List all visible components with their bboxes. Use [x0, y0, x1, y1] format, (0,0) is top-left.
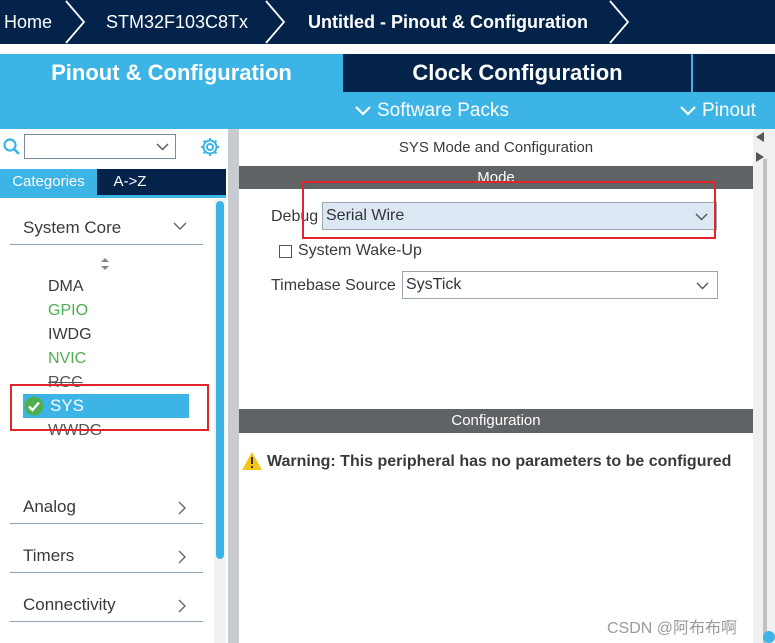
chevron-right-icon	[178, 599, 186, 613]
group-connectivity[interactable]: Connectivity	[10, 586, 203, 622]
breadcrumb-mcu[interactable]: STM32F103C8Tx	[106, 0, 248, 44]
status-dot	[763, 631, 775, 643]
chevron-right-icon	[178, 501, 186, 515]
annotation-box-debug	[302, 181, 716, 239]
system-wake-up-label: System Wake-Up	[298, 242, 422, 259]
chevron-down-icon	[696, 282, 709, 290]
category-tabs: Categories A->Z	[0, 169, 226, 195]
category-tabs-underline	[0, 195, 226, 198]
group-system-core[interactable]: System Core	[10, 209, 203, 245]
right-scrollbar-track[interactable]	[763, 159, 767, 643]
software-packs-menu[interactable]: Software Packs	[355, 92, 509, 129]
warning-icon	[242, 452, 262, 470]
tab-clock-configuration[interactable]: Clock Configuration	[345, 54, 690, 92]
panel-splitter[interactable]	[228, 129, 239, 643]
search-icon[interactable]	[3, 138, 21, 156]
breadcrumb-project[interactable]: Untitled - Pinout & Configuration	[308, 0, 588, 44]
peripheral-gpio[interactable]: GPIO	[48, 302, 88, 320]
tab-a-to-z[interactable]: A->Z	[100, 169, 160, 195]
pinout-menu-label: Pinout	[702, 100, 756, 121]
timebase-source-label: Timebase Source	[271, 277, 396, 294]
main-tabs: Pinout & Configuration Clock Configurati…	[0, 54, 775, 92]
peripheral-iwdg[interactable]: IWDG	[48, 326, 92, 344]
tab-categories[interactable]: Categories	[0, 169, 97, 195]
chevron-down-icon	[680, 106, 696, 116]
chevron-down-icon	[173, 222, 187, 230]
chevron-down-icon	[156, 143, 169, 151]
left-scrollbar[interactable]	[214, 199, 226, 643]
right-scrollbar[interactable]	[753, 129, 775, 643]
breadcrumb-chevron-icon	[65, 0, 86, 44]
collapse-arrow-icon[interactable]	[755, 131, 765, 143]
chevron-right-icon	[178, 550, 186, 564]
group-analog[interactable]: Analog	[10, 488, 203, 524]
breadcrumb-chevron-icon	[609, 0, 630, 44]
breadcrumb: Home STM32F103C8Tx Untitled - Pinout & C…	[0, 0, 775, 44]
breadcrumb-chevron-icon	[265, 0, 286, 44]
peripheral-dma[interactable]: DMA	[48, 278, 84, 296]
timebase-source-select[interactable]: SysTick	[402, 271, 718, 299]
configuration-header: Configuration	[239, 409, 753, 433]
gear-icon[interactable]	[199, 136, 221, 158]
group-label: Analog	[23, 497, 76, 516]
warning-message: Warning: This peripheral has no paramete…	[267, 453, 732, 470]
left-scrollbar-thumb[interactable]	[216, 201, 224, 559]
watermark: CSDN @阿布布啊	[607, 620, 738, 637]
sort-icon[interactable]	[99, 257, 111, 271]
software-packs-label: Software Packs	[377, 100, 509, 121]
group-label: System Core	[23, 218, 122, 237]
breadcrumb-home[interactable]: Home	[4, 0, 52, 44]
tab-divider	[691, 54, 693, 92]
search-combobox[interactable]	[24, 134, 176, 159]
tab-pinout-configuration[interactable]: Pinout & Configuration	[0, 54, 343, 92]
group-timers[interactable]: Timers	[10, 537, 203, 573]
pinout-menu[interactable]: Pinout	[680, 92, 756, 129]
timebase-select-value: SysTick	[406, 276, 462, 293]
chevron-down-icon	[355, 106, 371, 116]
group-label: Connectivity	[23, 595, 116, 614]
peripheral-nvic[interactable]: NVIC	[48, 350, 86, 368]
group-label: Timers	[23, 546, 75, 565]
system-wake-up-checkbox[interactable]	[279, 245, 292, 258]
sub-toolbar: Software Packs Pinout	[0, 92, 775, 129]
panel-title: SYS Mode and Configuration	[398, 139, 594, 156]
annotation-box-sys	[10, 384, 209, 431]
